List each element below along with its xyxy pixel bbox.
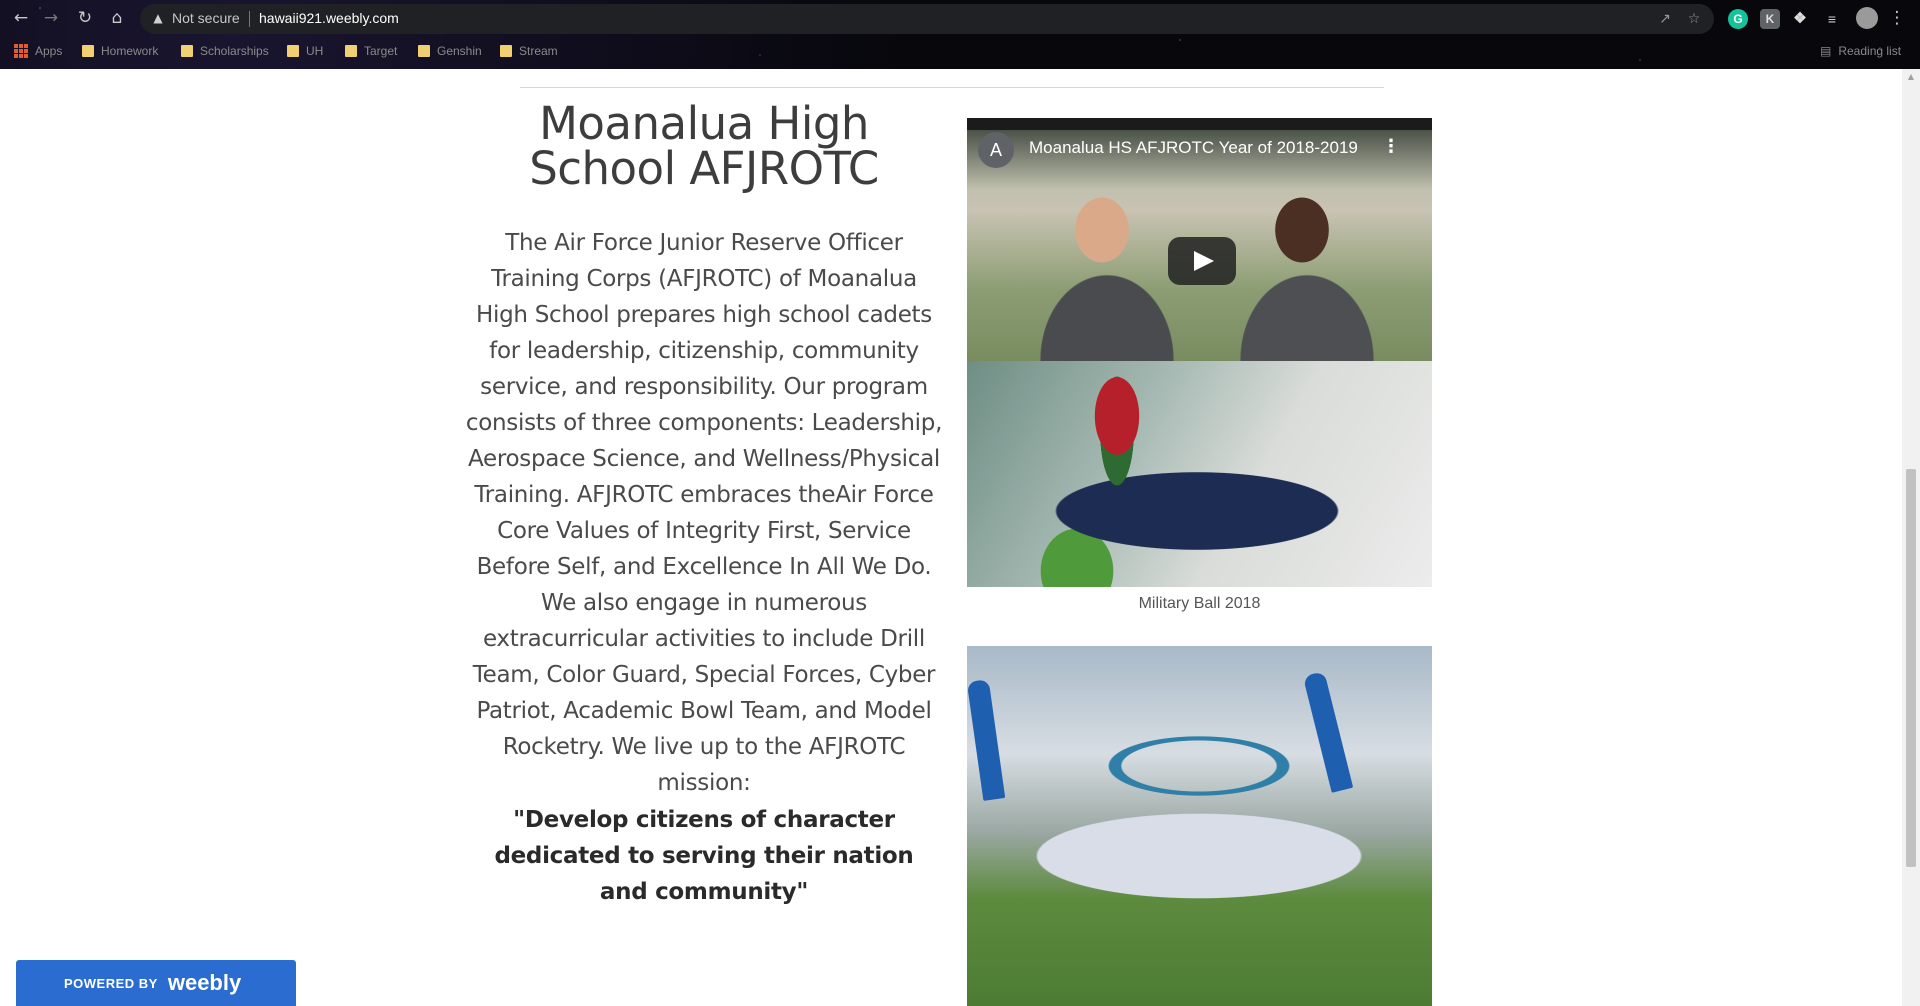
reading-list-icon: ▤	[1820, 44, 1832, 58]
photo-caption: Military Ball 2018	[1138, 595, 1261, 612]
scrollbar-thumb[interactable]	[1906, 469, 1916, 867]
bookmark-target[interactable]: Target	[345, 42, 397, 60]
browser-chrome: ← → ↻ ⌂ ▲ Not secure hawaii921.weebly.co…	[0, 0, 1920, 69]
forward-arrow-icon[interactable]: →	[38, 5, 64, 31]
folder-icon	[287, 45, 299, 57]
channel-avatar[interactable]: A	[978, 132, 1014, 168]
section-divider	[520, 87, 1384, 88]
address-bar[interactable]: ▲ Not secure hawaii921.weebly.com ↗ ☆	[140, 4, 1714, 34]
play-button-icon[interactable]	[1168, 237, 1236, 285]
puzzle-icon[interactable]: ❖	[1790, 9, 1810, 29]
apps-grid-icon	[14, 44, 28, 58]
video-title[interactable]: Moanalua HS AFJROTC Year of 2018-2019	[1029, 138, 1358, 158]
profile-avatar-icon[interactable]	[1856, 7, 1878, 29]
folder-icon	[345, 45, 357, 57]
page-title: Moanalua High School AFJROTC	[529, 97, 879, 195]
military-ball-photo[interactable]	[967, 361, 1432, 587]
media-queue-icon[interactable]: ≡	[1822, 9, 1842, 29]
reading-list-label: Reading list	[1838, 44, 1902, 58]
folder-icon	[418, 45, 430, 57]
banner-flag-right	[1302, 671, 1354, 793]
grammarly-extension-icon[interactable]: G	[1728, 9, 1748, 29]
bookmark-label: Scholarships	[200, 44, 269, 58]
more-options-icon[interactable]: ⋮	[1382, 138, 1400, 156]
bookmark-label: Target	[364, 44, 398, 58]
page-content: Moanalua High School AFJROTC The Air For…	[0, 69, 1902, 1006]
reading-list-button[interactable]: ▤ Reading list	[1820, 42, 1901, 60]
bookmark-stream[interactable]: Stream	[500, 42, 558, 60]
bookmark-genshin[interactable]: Genshin	[418, 42, 482, 60]
bookmark-label: Stream	[519, 44, 558, 58]
banner-flag-left	[967, 679, 1006, 801]
weebly-logo: weebly	[167, 970, 242, 995]
browser-menu-icon[interactable]: ⋮	[1884, 5, 1910, 31]
bookmark-homework[interactable]: Homework	[82, 42, 158, 60]
warning-triangle-icon[interactable]: ▲	[151, 11, 165, 25]
url-separator	[249, 11, 250, 27]
scroll-up-arrow-icon[interactable]: ▲	[1902, 69, 1920, 85]
program-description: The Air Force Junior Reserve Officer Tra…	[465, 230, 943, 796]
page-scrollbar[interactable]: ▲	[1902, 69, 1920, 1006]
powered-by-label: POWERED BY	[64, 975, 158, 991]
folder-icon	[500, 45, 512, 57]
folder-icon	[181, 45, 193, 57]
bookmark-uh[interactable]: UH	[287, 42, 323, 60]
bookmark-scholarships[interactable]: Scholarships	[181, 42, 269, 60]
reload-icon[interactable]: ↻	[72, 5, 98, 31]
bookmark-label: Genshin	[437, 44, 482, 58]
star-icon[interactable]: ☆	[1685, 10, 1703, 28]
bookmarks-bar: Apps Homework Scholarships UH Target Gen…	[0, 38, 1920, 64]
mission-statement: "Develop citizens of character dedicated…	[494, 807, 914, 905]
bookmark-label: UH	[306, 44, 324, 58]
folder-icon	[82, 45, 94, 57]
back-arrow-icon[interactable]: ←	[8, 5, 34, 31]
url-text[interactable]: hawaii921.weebly.com	[259, 10, 399, 26]
share-icon[interactable]: ↗	[1656, 10, 1674, 28]
bookmark-apps[interactable]: Apps	[14, 42, 62, 60]
bookmark-label: Homework	[101, 44, 159, 58]
security-label[interactable]: Not secure	[172, 10, 240, 26]
extension-k-icon[interactable]: K	[1760, 9, 1780, 29]
bookmark-label: Apps	[35, 44, 63, 58]
home-icon[interactable]: ⌂	[104, 5, 130, 31]
group-event-photo[interactable]	[967, 646, 1432, 1006]
powered-by-weebly-badge[interactable]: POWERED BY weebly	[16, 960, 296, 1006]
